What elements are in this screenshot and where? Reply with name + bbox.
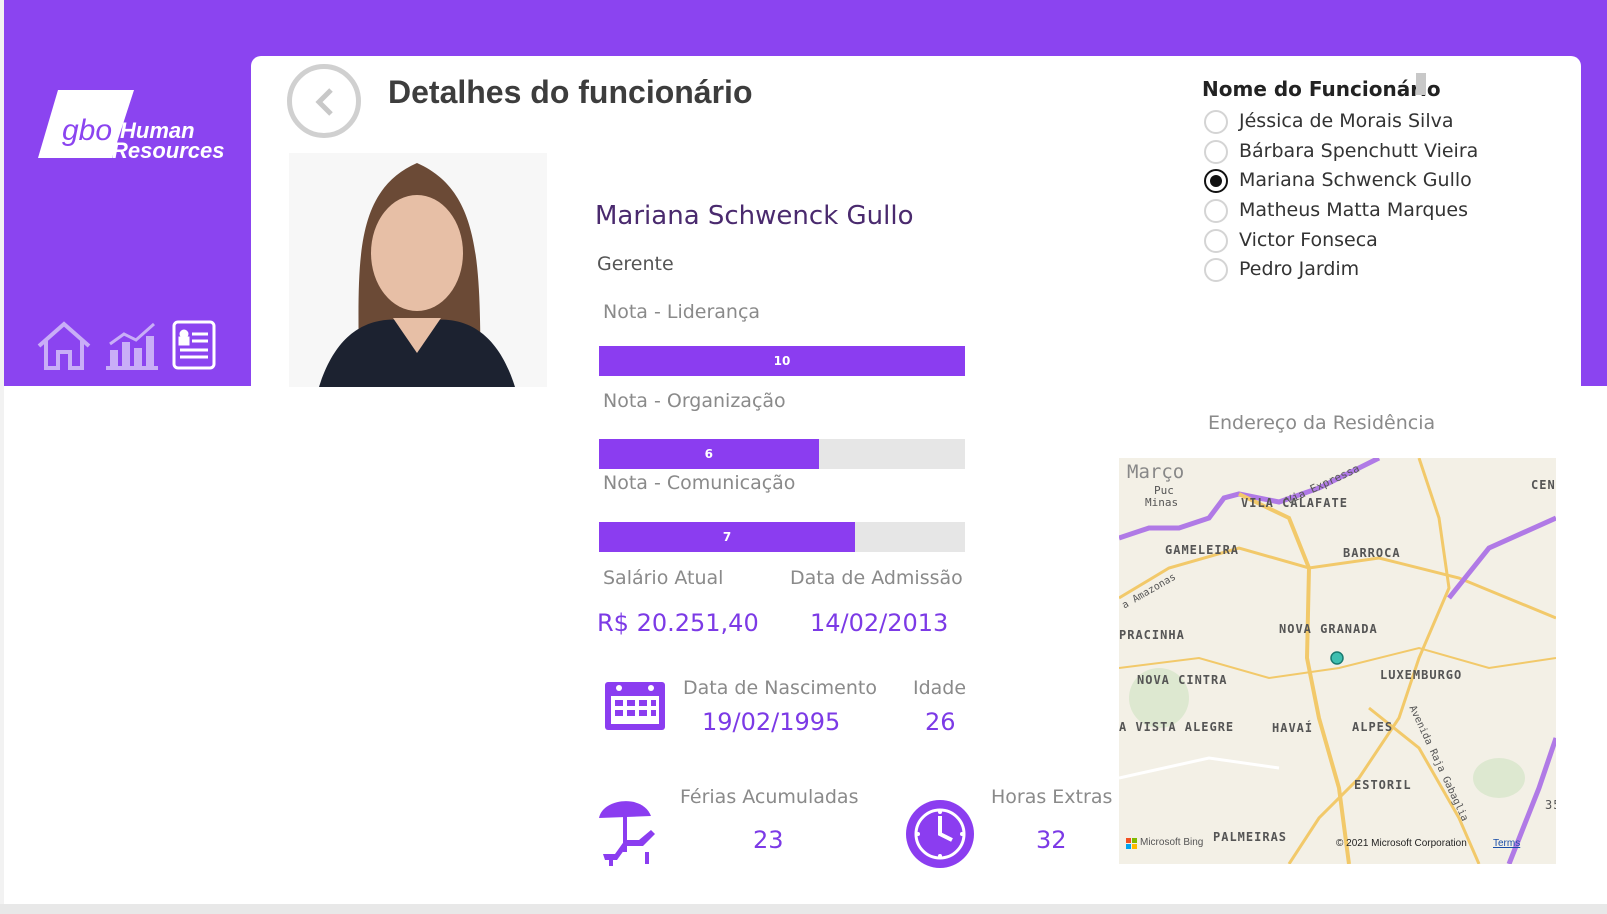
admission-value: 14/02/2013 bbox=[810, 609, 949, 637]
map-label: 35 bbox=[1545, 798, 1556, 812]
map-label: VILA CALAFATE bbox=[1241, 496, 1348, 510]
chevron-left-icon bbox=[315, 88, 333, 116]
rating-value: 7 bbox=[722, 530, 732, 544]
rating-bar-leadership: 10 bbox=[599, 346, 965, 376]
rating-bar-communication: 7 bbox=[599, 522, 965, 552]
map-label: LUXEMBURGO bbox=[1380, 668, 1463, 682]
chart-icon[interactable] bbox=[104, 320, 162, 372]
salary-value: R$ 20.251,40 bbox=[597, 609, 759, 637]
map-label: ALPES bbox=[1352, 720, 1394, 734]
slicer-scrollbar[interactable] bbox=[1416, 73, 1426, 95]
vacation-label: Férias Acumuladas bbox=[680, 786, 859, 808]
age-value: 26 bbox=[925, 708, 956, 736]
map-title: Endereço da Residência bbox=[1208, 412, 1436, 434]
rating-value: 10 bbox=[773, 354, 791, 368]
overtime-label: Horas Extras bbox=[991, 786, 1113, 808]
employee-name: Mariana Schwenck Gullo bbox=[595, 201, 914, 231]
logo-text: gbo bbox=[62, 114, 112, 147]
map-label: Minas bbox=[1145, 496, 1179, 509]
salary-label: Salário Atual bbox=[603, 567, 724, 589]
back-button[interactable] bbox=[287, 64, 361, 138]
map-label: PRACINHA bbox=[1119, 628, 1185, 642]
radio-button[interactable] bbox=[1204, 140, 1228, 164]
map-label: Março bbox=[1127, 461, 1185, 483]
admission-label: Data de Admissão bbox=[790, 567, 963, 589]
map-copyright: © 2021 Microsoft Corporation bbox=[1336, 838, 1467, 849]
residence-marker[interactable] bbox=[1330, 651, 1344, 665]
map-label: BARROCA bbox=[1343, 546, 1401, 560]
radio-button[interactable] bbox=[1204, 229, 1228, 253]
bing-label: Microsoft Bing bbox=[1140, 837, 1204, 848]
employee-photo bbox=[289, 153, 547, 387]
map-label: PALMEIRAS bbox=[1213, 830, 1288, 844]
rating-label-leadership: Nota - Liderança bbox=[603, 301, 761, 323]
map-terms-link[interactable]: Terms bbox=[1493, 838, 1520, 849]
beach-umbrella-icon bbox=[595, 794, 675, 871]
rating-label-organization: Nota - Organização bbox=[603, 390, 786, 412]
rating-label-communication: Nota - Comunicação bbox=[603, 472, 796, 494]
radio-button[interactable] bbox=[1204, 110, 1228, 134]
home-icon[interactable] bbox=[35, 320, 93, 372]
employee-card-icon[interactable] bbox=[170, 320, 228, 372]
radio-button[interactable] bbox=[1204, 169, 1228, 193]
microsoft-logo-icon bbox=[1126, 837, 1138, 849]
footer-strip bbox=[0, 904, 1607, 914]
map-label: ESTORIL bbox=[1354, 778, 1412, 792]
map-label: NOVA GRANADA bbox=[1279, 622, 1378, 636]
logo-resources: Resources bbox=[112, 138, 225, 162]
employee-option-label: Mariana Schwenck Gullo bbox=[1239, 169, 1472, 191]
employee-role: Gerente bbox=[597, 253, 674, 275]
birth-value: 19/02/1995 bbox=[702, 708, 841, 736]
radio-button[interactable] bbox=[1204, 258, 1228, 282]
residence-map[interactable]: Março Puc Minas Via Expressa VILA CALAFA… bbox=[1119, 458, 1556, 864]
slicer-title: Nome do Funcionário bbox=[1202, 77, 1441, 101]
clock-icon bbox=[904, 798, 976, 875]
vacation-value: 23 bbox=[753, 826, 784, 854]
age-label: Idade bbox=[913, 677, 967, 699]
employee-option-label: Bárbara Spenchutt Vieira bbox=[1239, 140, 1479, 162]
employee-option-label: Jéssica de Morais Silva bbox=[1239, 110, 1454, 132]
rating-value: 6 bbox=[704, 447, 713, 461]
gbo-logo: gbo Human Resources bbox=[38, 90, 233, 163]
employee-option-label: Pedro Jardim bbox=[1239, 258, 1360, 280]
map-label: GAMELEIRA bbox=[1165, 543, 1240, 557]
employee-option-label: Matheus Matta Marques bbox=[1239, 199, 1469, 221]
map-roads bbox=[1119, 458, 1556, 864]
overtime-value: 32 bbox=[1036, 826, 1067, 854]
birth-label: Data de Nascimento bbox=[683, 677, 877, 699]
map-label: CEN bbox=[1531, 478, 1556, 492]
employee-option-label: Victor Fonseca bbox=[1239, 229, 1378, 251]
rating-bar-organization: 6 bbox=[599, 439, 965, 469]
map-label: NOVA CINTRA bbox=[1137, 673, 1228, 687]
calendar-icon bbox=[605, 678, 665, 735]
map-label: A VISTA ALEGRE bbox=[1119, 720, 1235, 734]
page-title: Detalhes do funcionário bbox=[388, 74, 753, 110]
radio-button[interactable] bbox=[1204, 199, 1228, 223]
map-label: HAVAÍ bbox=[1272, 721, 1314, 735]
